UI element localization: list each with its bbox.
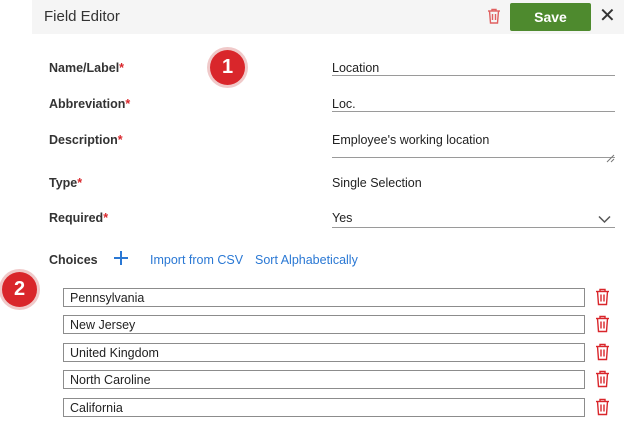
- description-label: Description*: [49, 133, 123, 147]
- choice-input[interactable]: California: [63, 398, 585, 417]
- description-textarea[interactable]: Employee's working location: [332, 133, 489, 147]
- trash-icon[interactable]: [487, 8, 501, 29]
- choice-text: North Caroline: [70, 373, 151, 387]
- choice-text: New Jersey: [70, 318, 136, 332]
- trash-icon[interactable]: [595, 315, 610, 338]
- save-button[interactable]: Save: [510, 3, 591, 31]
- trash-icon[interactable]: [595, 343, 610, 366]
- step-badge-1: 1: [210, 50, 245, 85]
- choices-label: Choices: [49, 253, 98, 267]
- close-icon[interactable]: ✕: [599, 5, 616, 27]
- abbreviation-input[interactable]: Loc.: [332, 97, 356, 111]
- required-marker: *: [117, 133, 123, 147]
- sort-alphabetically-link[interactable]: Sort Alphabetically: [255, 253, 358, 267]
- trash-icon[interactable]: [595, 288, 610, 311]
- abbreviation-input-underline: [332, 111, 615, 112]
- name-input[interactable]: Location: [332, 61, 379, 75]
- required-marker: *: [119, 61, 125, 75]
- import-csv-link[interactable]: Import from CSV: [150, 253, 243, 267]
- step-badge-2: 2: [2, 272, 37, 307]
- required-select-underline: [332, 227, 615, 228]
- editor-title: Field Editor: [44, 8, 120, 25]
- trash-icon[interactable]: [595, 398, 610, 421]
- plus-icon[interactable]: [113, 250, 129, 271]
- required-marker: *: [103, 211, 109, 225]
- choice-input[interactable]: Pennsylvania: [63, 288, 585, 307]
- trash-icon[interactable]: [595, 370, 610, 393]
- required-label: Required*: [49, 211, 109, 225]
- type-value: Single Selection: [332, 176, 422, 190]
- description-textarea-underline: [332, 157, 615, 158]
- resize-grip-icon[interactable]: [606, 150, 615, 168]
- type-label: Type*: [49, 176, 83, 190]
- required-marker: *: [77, 176, 83, 190]
- choice-text: Pennsylvania: [70, 291, 145, 305]
- required-marker: *: [125, 97, 131, 111]
- choice-input[interactable]: United Kingdom: [63, 343, 585, 362]
- abbreviation-label: Abbreviation*: [49, 97, 131, 111]
- choice-text: California: [70, 401, 123, 415]
- choice-input[interactable]: New Jersey: [63, 315, 585, 334]
- name-label: Name/Label*: [49, 61, 125, 75]
- choice-input[interactable]: North Caroline: [63, 370, 585, 389]
- required-select[interactable]: Yes: [332, 211, 352, 225]
- choice-text: United Kingdom: [70, 346, 159, 360]
- name-input-underline: [332, 75, 615, 76]
- field-editor-header: Field Editor Save ✕: [32, 0, 624, 34]
